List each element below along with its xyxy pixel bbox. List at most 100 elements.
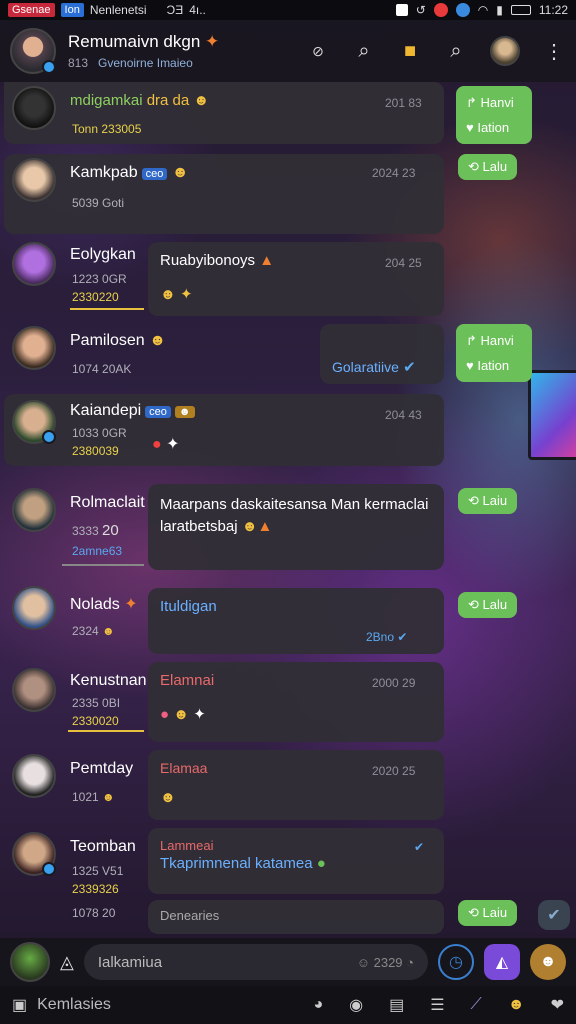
message-bubble[interactable]: Elamaa ☻ xyxy=(148,750,444,820)
message-input[interactable]: Ialkamiua ☺ 2329 ◔ xyxy=(83,944,428,980)
user-meta: 1033 0GR xyxy=(72,426,127,440)
message-text: Denearies xyxy=(160,908,220,923)
message-bubble[interactable]: Golaratiive ✔ xyxy=(320,324,444,384)
chat-subtitle: Gvenoirne Imaieo xyxy=(98,56,193,70)
verified-icon xyxy=(42,60,56,74)
user-avatar[interactable] xyxy=(12,242,56,286)
message-row: mdigamkai dra da ☻ Tonn 233005 201 83 ↱ … xyxy=(0,82,576,148)
battery-icon xyxy=(510,5,531,15)
status-app-name: Nenlenetsi xyxy=(89,3,147,17)
sender-name: Teomban xyxy=(70,838,136,855)
reply-button[interactable]: ↱ Hanvi ♥ Iation xyxy=(456,86,532,144)
message-time: 204 25 xyxy=(385,256,422,270)
record-icon[interactable]: ◉ xyxy=(349,995,363,1015)
reply-button[interactable]: ⟲ Lalu xyxy=(458,592,518,618)
chat-title[interactable]: Remumaivn dkgn ✦ xyxy=(68,32,219,52)
link-icon[interactable]: ⊘ xyxy=(306,39,330,63)
user-meta: 5039 Goti xyxy=(72,196,125,210)
message-row: Kenustnan 2335 0BI 2330020 Elamnai ● ☻ ✦… xyxy=(0,662,576,742)
user-meta: 3333 20 xyxy=(72,522,119,539)
attach-icon[interactable]: ◬ xyxy=(60,952,74,973)
chat-header: Remumaivn dkgn ✦ 813 Gvenoirne Imaieo ⊘ ⌕… xyxy=(0,20,576,82)
message-time: 201 83 xyxy=(385,96,422,110)
reaction-icon[interactable]: ● ✦ xyxy=(152,434,180,454)
user-avatar[interactable] xyxy=(12,754,56,798)
message-row: Nolads ✦ 2324 ☻ Ituldigan 2Bno ✔ ⟲ Lalu xyxy=(0,584,576,654)
chat-bubble-icon[interactable]: ◕ xyxy=(313,996,323,1014)
user-meta: Tonn 233005 xyxy=(72,122,142,136)
message-row: Teomban 1325 V51 2339326 1078 20 Lammeai… xyxy=(0,828,576,938)
reply-button[interactable]: ⟲ Laiu xyxy=(458,488,518,514)
chart-icon[interactable]: ⟋ xyxy=(471,996,482,1014)
user-meta: 2339326 xyxy=(72,882,119,896)
bottom-bar-label[interactable]: Kemlasies xyxy=(37,996,111,1014)
message-time: 2024 23 xyxy=(372,166,416,180)
message-text: Tkaprimnenal katamea ● xyxy=(160,855,326,872)
reply-button[interactable]: ⟲ Laiu xyxy=(458,900,518,926)
message-text: Elamnai xyxy=(160,672,215,689)
profile-avatar[interactable] xyxy=(490,36,520,66)
document-icon[interactable]: ☰ xyxy=(430,995,444,1015)
menu-icon[interactable]: ▣ xyxy=(12,995,27,1015)
user-avatar[interactable] xyxy=(12,158,56,202)
user-avatar[interactable] xyxy=(12,326,56,370)
user-avatar[interactable] xyxy=(10,942,50,982)
message-text: Lammeai xyxy=(160,838,214,853)
timer-icon[interactable]: ◷ xyxy=(438,944,474,980)
user-avatar[interactable] xyxy=(12,488,56,532)
user-meta: 2amne63 xyxy=(72,544,123,558)
clock: 11:22 xyxy=(538,3,568,17)
char-counter: ☺ 2329 ◔ xyxy=(356,954,414,970)
status-chip: Gsenae xyxy=(8,3,55,17)
folder-icon[interactable]: ■ xyxy=(398,39,422,63)
user-avatar[interactable] xyxy=(12,586,56,630)
camera-icon[interactable]: ▤ xyxy=(389,995,404,1015)
heart-icon[interactable]: ❤ xyxy=(551,995,564,1015)
fire-emoji-icon: ✦ xyxy=(205,32,220,51)
wifi-icon: ◠ xyxy=(477,3,489,17)
user-meta: 1078 20 xyxy=(72,906,116,920)
message-bubble[interactable]: Denearies xyxy=(148,900,444,934)
divider xyxy=(62,564,144,566)
sender-name: Eolygkan xyxy=(70,246,136,263)
message-bubble[interactable]: Maarpans daskaitesansa Man kermaclai lar… xyxy=(148,484,444,570)
search-icon[interactable]: ⌕ xyxy=(352,39,376,63)
chat-avatar[interactable] xyxy=(10,28,56,74)
message-composer: ◬ Ialkamiua ☺ 2329 ◔ ◷ ◭ ☻ xyxy=(0,938,576,986)
message-time: 2000 29 xyxy=(372,676,416,690)
notification-icon xyxy=(395,4,408,16)
sender-name: Kamkpab ceo ☻ xyxy=(70,164,189,181)
message-bubble[interactable]: Ruabyibonoys ▲ ☻ ✦ xyxy=(148,242,444,316)
message-row: Eolygkan 1223 0GR 2330220 Ruabyibonoys ▲… xyxy=(0,242,576,320)
user-avatar[interactable] xyxy=(12,832,56,876)
more-menu-icon[interactable]: ⋮ xyxy=(542,39,566,63)
message-row: Pamilosen ☻ 1074 20AK Golaratiive ✔ ↱ Ha… xyxy=(0,324,576,396)
user-avatar[interactable] xyxy=(12,400,56,444)
sender-name: Nolads ✦ xyxy=(70,596,138,613)
sender-name: Kaiandepi ceo ☻ xyxy=(70,402,195,420)
message-text: Maarpans daskaitesansa Man kermaclai lar… xyxy=(160,496,429,535)
user-meta: 2330020 xyxy=(72,714,119,728)
message-bubble[interactable]: Elamnai ● ☻ ✦ xyxy=(148,662,444,742)
message-bubble[interactable]: Ituldigan xyxy=(148,588,444,654)
sender-name: Kenustnan xyxy=(70,672,147,689)
message-row: Pemtday 1021 ☻ Elamaa ☻ 2020 25 xyxy=(0,750,576,822)
sender-name: Pamilosen ☻ xyxy=(70,332,166,349)
sticker-icon[interactable]: ☻ xyxy=(530,944,566,980)
reply-button[interactable]: ⟲ Lalu xyxy=(458,154,518,180)
user-avatar[interactable] xyxy=(12,668,56,712)
message-time: 204 43 xyxy=(385,408,422,422)
share-icon[interactable]: ✔ xyxy=(538,900,570,930)
send-button[interactable]: ◭ xyxy=(484,944,520,980)
emoji-icon[interactable]: ☻ xyxy=(508,996,525,1014)
user-meta: 2324 ☻ xyxy=(72,624,115,638)
reply-button[interactable]: ↱ Hanvi ♥ Iation xyxy=(456,324,532,382)
user-avatar[interactable] xyxy=(12,86,56,130)
message-bubble[interactable]: Lammeai Tkaprimnenal katamea ● xyxy=(148,828,444,894)
message-row: Kamkpab ceo ☻ 5039 Goti 2024 23 ⟲ Lalu xyxy=(0,154,576,234)
user-meta: 1074 20AK xyxy=(72,362,132,376)
message-text: Elamaa xyxy=(160,760,208,776)
divider xyxy=(68,730,144,732)
bottom-bar: ▣ Kemlasies ◕ ◉ ▤ ☰ ⟋ ☻ ❤ xyxy=(0,986,576,1024)
search-icon[interactable]: ⌕ xyxy=(444,39,468,63)
